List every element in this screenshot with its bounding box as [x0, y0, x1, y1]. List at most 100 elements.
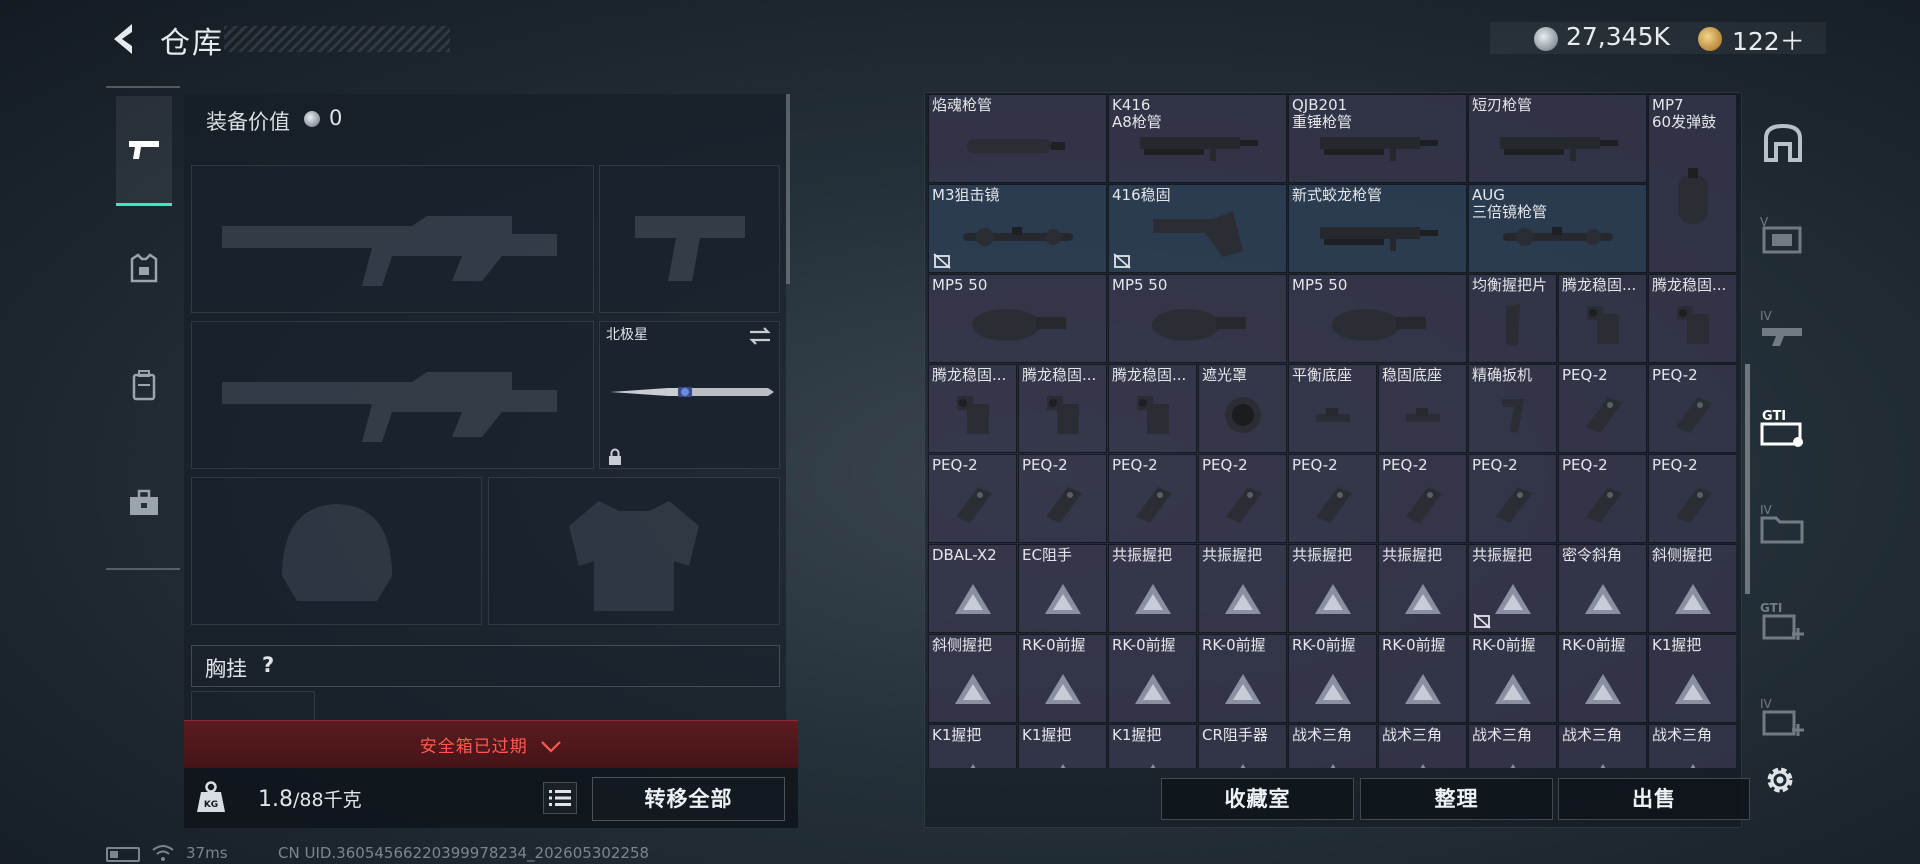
- equipment-scrollbar[interactable]: [786, 94, 790, 284]
- inventory-item[interactable]: 共振握把: [1468, 544, 1557, 633]
- pistol-slot[interactable]: [599, 165, 780, 313]
- gear-icon[interactable]: [1762, 762, 1798, 798]
- tab-armor[interactable]: [116, 214, 172, 324]
- armor-vest-icon: [130, 253, 158, 283]
- inventory-item[interactable]: PEQ-2: [1198, 454, 1287, 543]
- sell-button[interactable]: 出售: [1558, 778, 1750, 820]
- inventory-item[interactable]: 416稳固: [1108, 184, 1287, 273]
- inventory-item[interactable]: 斜侧握把: [928, 634, 1017, 723]
- tab-weapons[interactable]: [116, 96, 172, 206]
- chest-rig-slot[interactable]: [191, 691, 315, 721]
- inventory-item[interactable]: RK-0前握: [1198, 634, 1287, 723]
- sort-button[interactable]: 整理: [1360, 778, 1553, 820]
- inventory-item[interactable]: 新式蛟龙枪管: [1288, 184, 1467, 273]
- inventory-item[interactable]: MP5 50: [1108, 274, 1287, 363]
- tab-storage-4[interactable]: IV: [1758, 306, 1808, 352]
- inventory-item[interactable]: 战术三角: [1468, 724, 1557, 768]
- inventory-item[interactable]: 密令斜角: [1558, 544, 1647, 633]
- inventory-item[interactable]: PEQ-2: [1648, 454, 1736, 543]
- weight-current: 1.8: [258, 787, 293, 812]
- item-label: K1握把: [1022, 727, 1072, 744]
- svg-text:IV: IV: [1760, 697, 1773, 711]
- warehouse-scrollbar[interactable]: [1745, 364, 1750, 594]
- inventory-item[interactable]: 腾龙稳固...: [1018, 364, 1107, 453]
- inventory-item[interactable]: RK-0前握: [1018, 634, 1107, 723]
- body-armor-slot[interactable]: [488, 477, 780, 625]
- inventory-item[interactable]: 腾龙稳固...: [1648, 274, 1736, 363]
- inventory-item[interactable]: PEQ-2: [1558, 454, 1647, 543]
- tab-gti-medical[interactable]: GTI: [1758, 598, 1808, 644]
- inventory-item[interactable]: CR阻手器: [1198, 724, 1287, 768]
- placeholder-icon: [1674, 673, 1711, 704]
- inventory-item[interactable]: PEQ-2: [1558, 364, 1647, 453]
- tab-safehouse[interactable]: [1758, 120, 1808, 166]
- inventory-item[interactable]: EC阻手: [1018, 544, 1107, 633]
- back-arrow-icon[interactable]: [106, 20, 142, 58]
- inventory-item[interactable]: 平衡底座: [1288, 364, 1377, 453]
- inventory-item[interactable]: RK-0前握: [1558, 634, 1647, 723]
- inventory-item[interactable]: K1握把: [1108, 724, 1197, 768]
- inventory-item[interactable]: RK-0前握: [1468, 634, 1557, 723]
- suppressor-icon: [966, 139, 1065, 154]
- inventory-item[interactable]: 共振握把: [1378, 544, 1467, 633]
- inventory-item[interactable]: PEQ-2: [928, 454, 1017, 543]
- placeholder-icon: [1510, 763, 1515, 768]
- primary-weapon-slot-2[interactable]: [191, 321, 594, 469]
- inventory-item[interactable]: PEQ-2: [1468, 454, 1557, 543]
- tab-storage-5[interactable]: V: [1758, 212, 1808, 258]
- inventory-item[interactable]: QJB201 重锤枪管: [1288, 94, 1467, 183]
- swap-icon[interactable]: [748, 326, 772, 346]
- inventory-item[interactable]: 精确扳机: [1468, 364, 1557, 453]
- inventory-item[interactable]: 共振握把: [1198, 544, 1287, 633]
- inventory-item[interactable]: 腾龙稳固...: [1558, 274, 1647, 363]
- inventory-item[interactable]: 战术三角: [1288, 724, 1377, 768]
- silver-currency-value[interactable]: 27,345K: [1566, 22, 1670, 51]
- inventory-item[interactable]: PEQ-2: [1378, 454, 1467, 543]
- helmet-slot[interactable]: [191, 477, 482, 625]
- collection-room-button[interactable]: 收藏室: [1161, 778, 1354, 820]
- primary-weapon-slot-1[interactable]: [191, 165, 594, 313]
- inventory-item[interactable]: 遮光罩: [1198, 364, 1287, 453]
- inventory-item[interactable]: K1握把: [928, 724, 1017, 768]
- inventory-item[interactable]: K1握把: [1648, 634, 1736, 723]
- list-view-button[interactable]: [543, 782, 577, 814]
- help-icon[interactable]: ?: [262, 653, 274, 677]
- inventory-item[interactable]: RK-0前握: [1288, 634, 1377, 723]
- inventory-item[interactable]: 战术三角: [1558, 724, 1647, 768]
- inventory-item[interactable]: M3狙击镜: [928, 184, 1107, 273]
- inventory-item[interactable]: 腾龙稳固...: [928, 364, 1017, 453]
- inventory-item[interactable]: MP5 50: [1288, 274, 1467, 363]
- tab-gti[interactable]: GTI: [1758, 404, 1808, 450]
- inventory-item[interactable]: 战术三角: [1378, 724, 1467, 768]
- inventory-item[interactable]: 焰魂枪管: [928, 94, 1107, 183]
- inventory-item[interactable]: 均衡握把片: [1468, 274, 1557, 363]
- gold-currency-value[interactable]: 122＋: [1732, 22, 1805, 58]
- inventory-item[interactable]: AUG 三倍镜枪管: [1468, 184, 1647, 273]
- inventory-item[interactable]: 共振握把: [1288, 544, 1377, 633]
- tab-storage-add[interactable]: IV: [1758, 694, 1808, 740]
- inventory-item[interactable]: K416 A8枪管: [1108, 94, 1287, 183]
- inventory-item[interactable]: RK-0前握: [1378, 634, 1467, 723]
- inventory-item[interactable]: 短刃枪管: [1468, 94, 1647, 183]
- inventory-item[interactable]: PEQ-2: [1648, 364, 1736, 453]
- inventory-item[interactable]: MP5 50: [928, 274, 1107, 363]
- inventory-item[interactable]: MP7 60发弹鼓: [1648, 94, 1736, 273]
- inventory-item[interactable]: PEQ-2: [1288, 454, 1377, 543]
- item-label: MP5 50: [1292, 277, 1348, 294]
- inventory-item[interactable]: K1握把: [1018, 724, 1107, 768]
- inventory-item[interactable]: 战术三角: [1648, 724, 1736, 768]
- tab-backpack[interactable]: [116, 330, 172, 440]
- transfer-all-button[interactable]: 转移全部: [592, 777, 785, 821]
- inventory-item[interactable]: 腾龙稳固...: [1108, 364, 1197, 453]
- inventory-item[interactable]: DBAL-X2: [928, 544, 1017, 633]
- inventory-item[interactable]: PEQ-2: [1108, 454, 1197, 543]
- warehouse-grid[interactable]: 焰魂枪管 K416 A8枪管 QJB201 重锤枪管 短刃枪管 MP7 60发弹鼓 M3狙…: [928, 94, 1736, 768]
- inventory-item[interactable]: RK-0前握: [1108, 634, 1197, 723]
- inventory-item[interactable]: 斜侧握把: [1648, 544, 1736, 633]
- inventory-item[interactable]: 稳固底座: [1378, 364, 1467, 453]
- inventory-item[interactable]: 共振握把: [1108, 544, 1197, 633]
- tab-toolbox[interactable]: [116, 448, 172, 558]
- inventory-item[interactable]: PEQ-2: [1018, 454, 1107, 543]
- item-label: 战术三角: [1472, 727, 1533, 744]
- tab-folder-4[interactable]: IV: [1758, 500, 1808, 546]
